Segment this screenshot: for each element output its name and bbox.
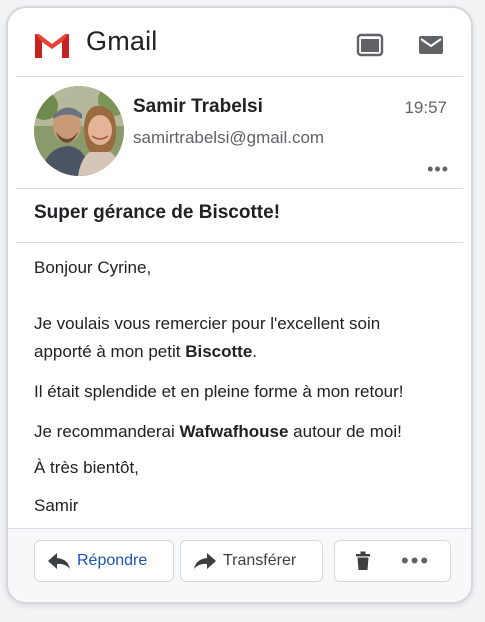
body-signature: Samir	[34, 496, 79, 515]
email-subject: Super gérance de Biscotte!	[34, 202, 281, 223]
message-time: 19:57	[404, 98, 447, 117]
body-closing: À très bientôt,	[34, 458, 139, 477]
gmail-logo[interactable]	[32, 30, 72, 60]
pet-name: Biscotte	[185, 342, 253, 361]
header-divider	[16, 76, 463, 77]
window-icon[interactable]	[356, 33, 384, 57]
reply-label: Répondre	[77, 552, 148, 569]
action-divider	[8, 528, 471, 529]
business-name: Wafwafhouse	[179, 422, 289, 441]
subject-divider	[16, 242, 463, 243]
body-line-2: apporté à mon petit Biscotte.	[34, 338, 257, 366]
avatar[interactable]	[34, 86, 124, 176]
action-bar: Répondre Transférer •••	[8, 528, 471, 602]
more-actions-button[interactable]: •••	[334, 540, 451, 582]
sender-divider	[16, 188, 463, 189]
body-greeting: Bonjour Cyrine,	[34, 258, 152, 277]
reply-button[interactable]: Répondre	[34, 540, 174, 582]
body-line-4: Je recommanderai Wafwafhouse autour de m…	[34, 418, 402, 446]
body-line-4-end: autour de moi!	[288, 422, 402, 441]
body-line-2-end: .	[252, 342, 258, 361]
body-line-4-text: Je recommanderai	[34, 422, 180, 441]
app-title: Gmail	[86, 26, 158, 56]
forward-label: Transférer	[223, 552, 297, 569]
avatar-photo	[34, 86, 124, 176]
reply-icon	[48, 553, 70, 569]
more-actions-icon[interactable]: •••	[401, 550, 430, 572]
trash-icon[interactable]	[355, 551, 371, 571]
sender-header: Samir Trabelsi samirtrabelsi@gmail.com 1…	[8, 80, 471, 188]
forward-button[interactable]: Transférer	[180, 540, 323, 582]
body-line-2-text: apporté à mon petit	[34, 342, 186, 361]
forward-icon	[194, 553, 216, 569]
message-more-icon[interactable]: •••	[427, 160, 449, 178]
email-window: Gmail Samir Trabelsi samirtrabelsi@gmail…	[6, 6, 473, 604]
body-line-3: Il était splendide et en pleine forme à …	[34, 382, 404, 401]
mail-icon[interactable]	[417, 33, 445, 57]
sender-email: samirtrabelsi@gmail.com	[133, 128, 325, 147]
sender-name[interactable]: Samir Trabelsi	[133, 96, 263, 118]
body-line-1: Je voulais vous remercier pour l'excelle…	[34, 314, 381, 333]
app-header: Gmail	[8, 8, 471, 78]
